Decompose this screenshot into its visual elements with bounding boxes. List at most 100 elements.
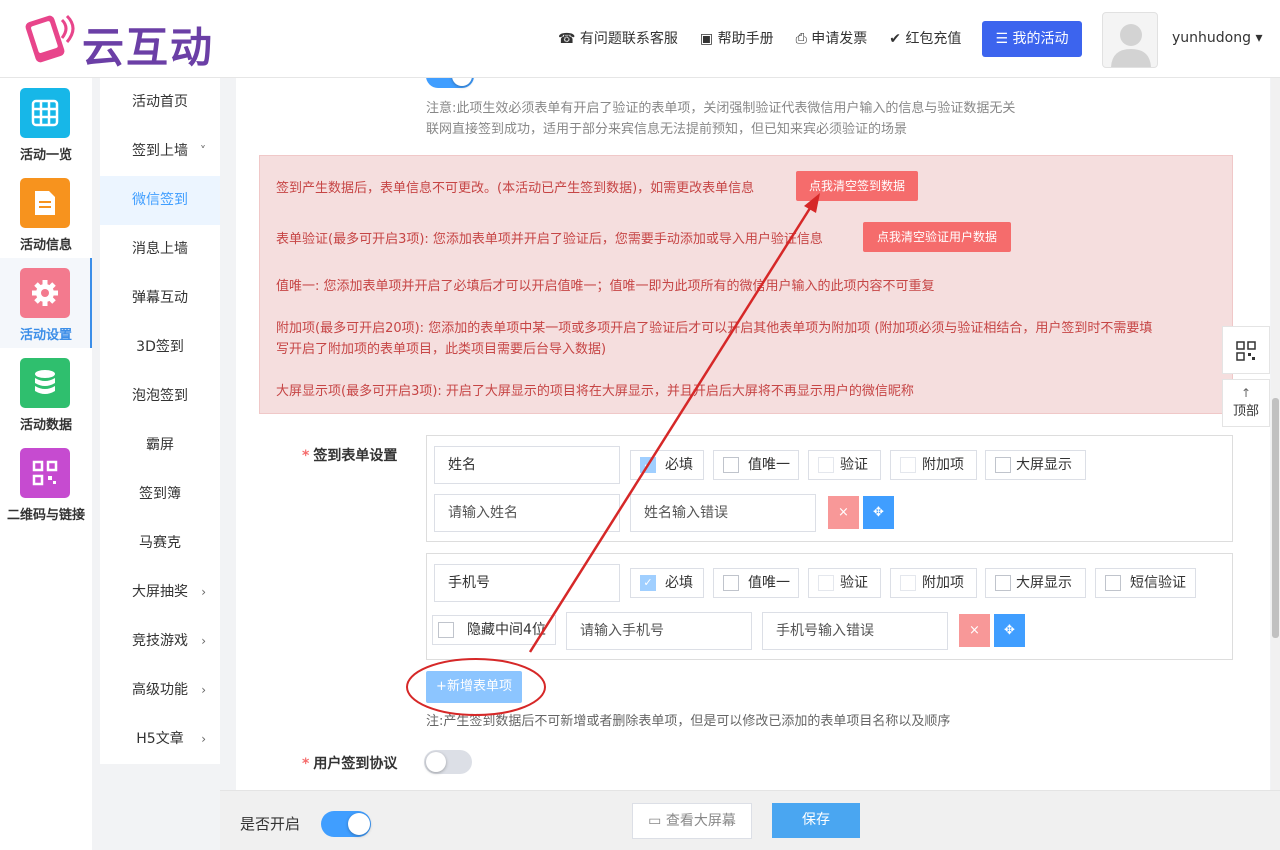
subnav-message-wall[interactable]: 消息上墙 <box>100 225 220 274</box>
delete-item-button[interactable]: × <box>959 614 990 647</box>
subnav-wechat-checkin[interactable]: 微信签到 <box>100 176 220 225</box>
qrcode-float-button[interactable] <box>1222 326 1270 374</box>
nav-qrcode-link[interactable]: 二维码与链接 <box>0 438 92 528</box>
recharge-link[interactable]: ✔ 红包充值 <box>889 28 961 48</box>
clear-verify-users-button[interactable]: 点我清空验证用户数据 <box>863 222 1011 252</box>
subnav-label: 马赛克 <box>139 535 181 551</box>
checkbox-label: 值唯一 <box>748 457 790 473</box>
checkbox-box <box>900 457 916 473</box>
save-button[interactable]: 保存 <box>772 803 860 838</box>
delete-item-button[interactable]: × <box>828 496 859 529</box>
name-error-input[interactable]: 姓名输入错误 <box>630 494 816 532</box>
subnav-games[interactable]: 竞技游戏 › <box>100 617 220 666</box>
subnav-advanced[interactable]: 高级功能 › <box>100 666 220 715</box>
bigscreen-checkbox[interactable]: 大屏显示 <box>985 450 1086 480</box>
help-manual-link[interactable]: ▣ 帮助手册 <box>700 28 774 48</box>
nav-activity-info[interactable]: 活动信息 <box>0 168 92 258</box>
subnav-lottery[interactable]: 大屏抽奖 › <box>100 568 220 617</box>
extra-checkbox[interactable]: 附加项 <box>890 450 977 480</box>
checkbox-label: 必填 <box>665 457 693 473</box>
verify-checkbox[interactable]: 验证 <box>808 450 881 480</box>
add-item-note: 注:产生签到数据后不可新增或者删除表单项，但是可以修改已添加的表单项目名称以及顺… <box>426 714 951 729</box>
checkbox-label: 大屏显示 <box>1016 575 1072 591</box>
checkbox-label: 短信验证 <box>1130 575 1186 591</box>
note-line: 注意:此项生效必须表单有开启了验证的表单项，关闭强制验证代表微信用户输入的信息与… <box>426 101 1016 116</box>
clear-checkin-data-button[interactable]: 点我清空签到数据 <box>796 171 918 201</box>
check-icon: ✓ <box>640 575 656 591</box>
subnav-checkin-wall[interactable]: 签到上墙 ˅ <box>100 127 220 176</box>
sms-verify-checkbox[interactable]: 短信验证 <box>1095 568 1196 598</box>
arrow-up-icon: ↑ <box>1240 386 1252 400</box>
subnav-checkin-book[interactable]: 签到簿 <box>100 470 220 519</box>
nav-activity-settings[interactable]: 活动设置 <box>0 258 92 348</box>
subnav-label: 霸屏 <box>146 437 174 453</box>
logo[interactable]: 云互动 <box>20 10 230 72</box>
move-item-button[interactable]: ✥ <box>863 496 894 529</box>
required-checkbox[interactable]: ✓ 必填 <box>630 450 704 480</box>
checkbox-box <box>723 457 739 473</box>
subnav-label: 3D签到 <box>136 339 184 355</box>
contact-support-link[interactable]: ☎ 有问题联系客服 <box>558 28 678 48</box>
subnav-h5-article[interactable]: H5文章 › <box>100 715 220 764</box>
chevron-right-icon: › <box>201 634 206 648</box>
field-name-input[interactable]: 姓名 <box>434 446 620 484</box>
headset-icon: ☎ <box>558 31 576 47</box>
subnav-bubble-checkin[interactable]: 泡泡签到 <box>100 372 220 421</box>
form-settings-label-text: 签到表单设置 <box>313 448 398 464</box>
required-checkbox[interactable]: ✓ 必填 <box>630 568 704 598</box>
add-form-item-button[interactable]: +新增表单项 <box>426 671 522 703</box>
hide-middle-digits-checkbox[interactable]: 隐藏中间4位 <box>432 615 556 645</box>
username: yunhudong <box>1172 30 1251 46</box>
agreement-label: * 用户签到协议 <box>302 756 398 772</box>
sub-nav: 活动首页 签到上墙 ˅ 微信签到 消息上墙 弹幕互动 3D签到 泡泡签到 霸屏 签… <box>100 78 220 764</box>
checkbox-box <box>995 575 1011 591</box>
subnav-3d-checkin[interactable]: 3D签到 <box>100 323 220 372</box>
agreement-label-text: 用户签到协议 <box>313 756 398 772</box>
verify-checkbox[interactable]: 验证 <box>808 568 881 598</box>
phone-placeholder-input[interactable]: 请输入手机号 <box>566 612 752 650</box>
subnav-label: 活动首页 <box>132 94 188 110</box>
unique-checkbox[interactable]: 值唯一 <box>713 450 799 480</box>
view-big-screen-label: 查看大屏幕 <box>665 813 736 829</box>
name-placeholder-input[interactable]: 请输入姓名 <box>434 494 620 532</box>
help-manual-label: 帮助手册 <box>717 31 774 47</box>
view-big-screen-button[interactable]: ▭ 查看大屏幕 <box>632 803 752 839</box>
checkbox-box <box>723 575 739 591</box>
checkbox-label: 隐藏中间4位 <box>467 622 546 638</box>
subnav-danmaku[interactable]: 弹幕互动 <box>100 274 220 323</box>
nav-activity-data[interactable]: 活动数据 <box>0 348 92 438</box>
phone-error-input[interactable]: 手机号输入错误 <box>762 612 948 650</box>
subnav-label: 签到上墙 <box>132 143 188 159</box>
shield-check-icon: ✔ <box>889 31 901 47</box>
bigscreen-checkbox[interactable]: 大屏显示 <box>985 568 1086 598</box>
nav-activity-list[interactable]: 活动一览 <box>0 78 92 168</box>
chevron-right-icon: › <box>201 585 206 599</box>
subnav-label: 签到簿 <box>139 486 181 502</box>
checkbox-box <box>900 575 916 591</box>
checkbox-label: 大屏显示 <box>1016 457 1072 473</box>
username-dropdown[interactable]: yunhudong ▾ <box>1172 30 1262 46</box>
agreement-toggle[interactable] <box>424 750 472 774</box>
unique-checkbox[interactable]: 值唯一 <box>713 568 799 598</box>
phone-logo-icon <box>25 14 75 63</box>
invoice-link[interactable]: ⎙ 申请发票 <box>796 28 868 48</box>
form-settings-label: * 签到表单设置 <box>302 448 398 464</box>
my-activity-button[interactable]: ☰ 我的活动 <box>982 21 1082 57</box>
warning-line: 值唯一: 您添加表单项并开启了必填后才可以开启值唯一；值唯一即为此项所有的微信用… <box>276 279 935 294</box>
back-to-top-label: 顶部 <box>1232 404 1259 419</box>
subnav-mosaic[interactable]: 马赛克 <box>100 519 220 568</box>
extra-checkbox[interactable]: 附加项 <box>890 568 977 598</box>
field-phone-input[interactable]: 手机号 <box>434 564 620 602</box>
subnav-label: 微信签到 <box>132 192 188 208</box>
scrollbar-thumb[interactable] <box>1272 398 1279 638</box>
contact-support-label: 有问题联系客服 <box>579 31 678 47</box>
enable-toggle[interactable] <box>321 811 371 837</box>
subnav-fullscreen[interactable]: 霸屏 <box>100 421 220 470</box>
checkbox-label: 值唯一 <box>748 575 790 591</box>
force-verify-toggle[interactable] <box>426 78 474 88</box>
move-item-button[interactable]: ✥ <box>994 614 1025 647</box>
qrcode-icon <box>1236 341 1256 361</box>
subnav-activity-home[interactable]: 活动首页 <box>100 78 220 127</box>
back-to-top-button[interactable]: ↑ 顶部 <box>1222 379 1270 427</box>
avatar[interactable] <box>1102 12 1158 68</box>
